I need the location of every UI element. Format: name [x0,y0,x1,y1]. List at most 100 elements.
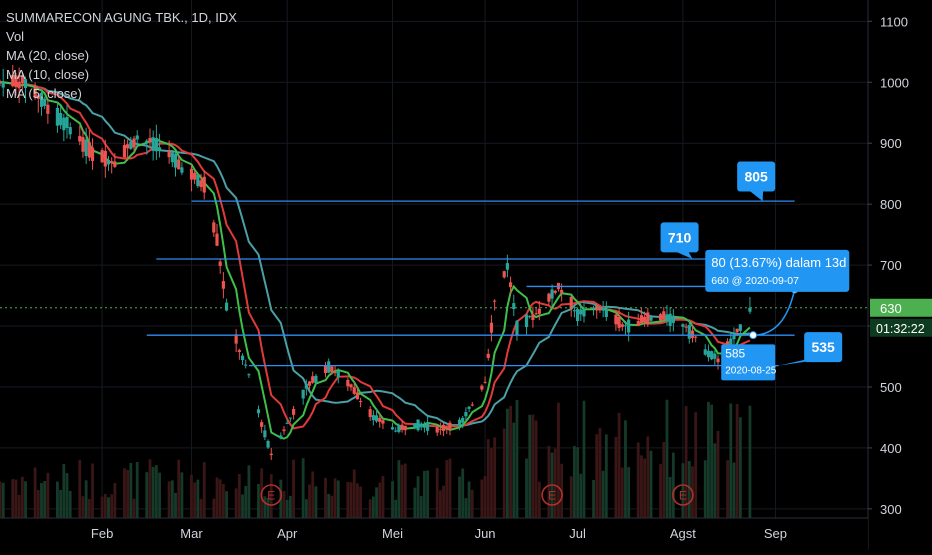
candle-body[interactable] [413,423,417,429]
candle-body[interactable] [189,168,194,180]
candle-body[interactable] [639,315,644,324]
candle-body[interactable] [126,144,130,149]
candle-body[interactable] [256,409,261,414]
indicator-ma20[interactable]: MA (20, close) [6,46,237,65]
candle-body[interactable] [285,422,289,424]
candle-body[interactable] [416,419,420,431]
candle-body[interactable] [464,412,468,417]
candle-body[interactable] [582,309,586,317]
candle-body[interactable] [244,364,248,366]
candle-body[interactable] [668,313,672,326]
candle-body[interactable] [266,440,270,448]
candle-body[interactable] [738,324,742,331]
candle-body[interactable] [177,159,181,170]
candle-body[interactable] [170,152,174,163]
candle-body[interactable] [260,422,264,427]
indicator-ma5[interactable]: MA (5, close) [6,84,237,103]
candle-body[interactable] [368,409,372,418]
candle-body[interactable] [282,429,286,432]
candle-body[interactable] [173,153,178,168]
candle-body[interactable] [748,307,752,312]
candle-body[interactable] [531,314,535,321]
candle-body[interactable] [646,312,650,325]
candle-body[interactable] [0,81,2,83]
candle-body[interactable] [534,313,538,315]
candle-body[interactable] [486,353,490,358]
candle-body[interactable] [502,271,506,278]
candle-body[interactable] [135,135,139,140]
candle-body[interactable] [735,328,739,333]
candle-body[interactable] [489,322,494,333]
candle-body[interactable] [151,137,155,151]
candle-body[interactable] [461,417,465,423]
candle-body[interactable] [604,308,608,317]
candle-body[interactable] [311,376,315,383]
candle-body[interactable] [1,82,5,88]
candle-body[interactable] [595,306,599,311]
candle-body[interactable] [467,406,471,409]
candle-body[interactable] [576,309,580,322]
candle-body[interactable] [623,325,628,327]
candle-body[interactable] [279,435,283,439]
candle-body[interactable] [560,290,564,293]
time-axis[interactable]: Feb Mar Apr Mei Jun Jul Agst Sep [0,517,868,550]
candle-body[interactable] [122,144,127,158]
candle-body[interactable] [237,350,241,352]
candle-body[interactable] [441,424,446,431]
candle-body[interactable] [400,424,404,430]
candle-body[interactable] [371,415,375,421]
candle-body[interactable] [330,366,334,373]
candle-body[interactable] [671,315,675,323]
candle-body[interactable] [304,383,308,389]
candle-body[interactable] [553,290,557,293]
candle-body[interactable] [301,389,305,399]
indicator-ma10[interactable]: MA (10, close) [6,65,237,84]
candle-body[interactable] [221,281,225,289]
candle-body[interactable] [591,307,596,309]
candle-body[interactable] [403,425,407,431]
candle-body[interactable] [157,147,162,150]
candle-body[interactable] [269,453,273,456]
candle-body[interactable] [445,427,449,429]
candle-body[interactable] [148,137,152,143]
candle-body[interactable] [110,161,114,163]
candle-body[interactable] [703,349,707,355]
candle-body[interactable] [215,233,219,246]
candle-body[interactable] [62,117,66,131]
candle-body[interactable] [349,384,353,388]
candle-body[interactable] [550,289,554,299]
candle-body[interactable] [512,303,516,310]
candle-body[interactable] [199,180,203,188]
candle-body[interactable] [374,415,379,422]
candle-body[interactable] [68,127,72,135]
candle-body[interactable] [145,140,149,143]
candle-body[interactable] [684,326,688,328]
candle-body[interactable] [314,375,318,383]
candle-body[interactable] [448,422,452,430]
candle-body[interactable] [154,138,158,152]
candle-body[interactable] [480,385,484,390]
candle-body[interactable] [422,425,427,428]
candle-body[interactable] [90,147,95,161]
candle-body[interactable] [438,428,442,430]
candle-body[interactable] [218,261,222,266]
candle-body[interactable] [649,317,653,321]
candle-body[interactable] [601,307,605,311]
candle-body[interactable] [662,311,666,320]
candle-body[interactable] [665,314,669,322]
candle-body[interactable] [537,308,541,314]
candle-body[interactable] [470,404,474,406]
candle-body[interactable] [46,104,50,114]
candle-body[interactable] [515,320,519,335]
candle-body[interactable] [288,417,292,419]
candle-body[interactable] [106,159,111,165]
candle-body[interactable] [493,300,497,302]
candle-body[interactable] [706,350,711,358]
candle-body[interactable] [323,365,328,373]
candle-body[interactable] [627,319,631,333]
candle-body[interactable] [196,174,200,186]
candle-body[interactable] [636,321,640,326]
candle-body[interactable] [710,351,714,360]
candle-body[interactable] [113,161,117,167]
candle-body[interactable] [333,372,337,374]
